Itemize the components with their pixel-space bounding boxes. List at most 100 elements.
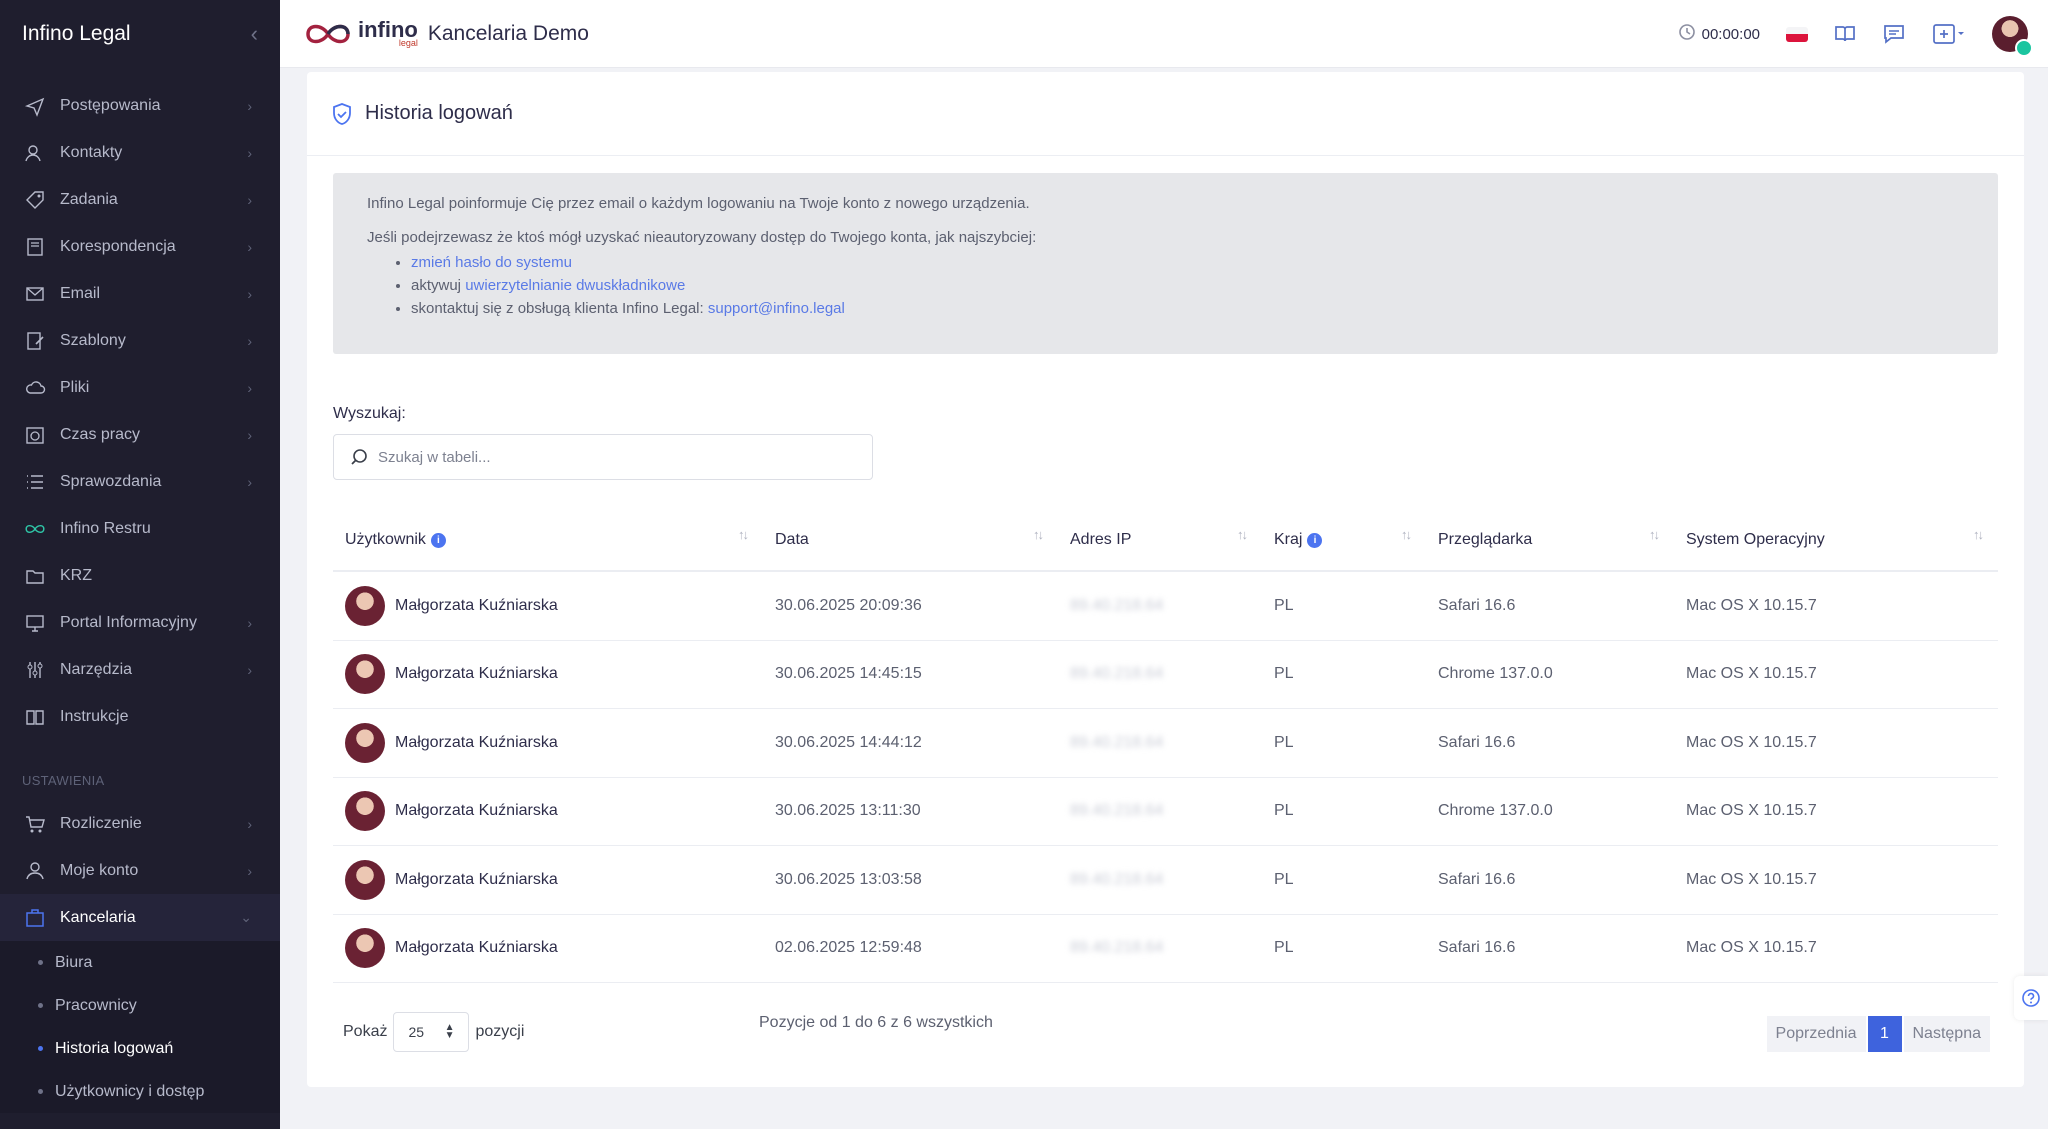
cell-country: PL: [1262, 597, 1426, 615]
sort-icon[interactable]: ↑↓: [1033, 527, 1044, 542]
book-icon[interactable]: [1834, 24, 1856, 44]
info-icon[interactable]: i: [1307, 532, 1323, 548]
sidebar-settings-item[interactable]: Moje konto ›: [0, 847, 280, 894]
sidebar-item[interactable]: Infino Restru: [0, 505, 280, 552]
user-avatar: [345, 654, 385, 695]
sort-icon[interactable]: ↑↓: [1649, 527, 1660, 542]
cell-os: Mac OS X 10.15.7: [1674, 802, 1998, 820]
sidebar-item[interactable]: Postępowania ›: [0, 82, 280, 129]
cell-ip: 89.40.218.64: [1058, 939, 1262, 957]
sidebar-settings-item[interactable]: Rozliczenie ›: [0, 800, 280, 847]
sidebar-item[interactable]: Szablony ›: [0, 317, 280, 364]
two-factor-link[interactable]: uwierzytelnianie dwuskładnikowe: [465, 277, 685, 294]
sidebar-item[interactable]: Pliki ›: [0, 364, 280, 411]
security-notice: Infino Legal poinformuje Cię przez email…: [333, 173, 1998, 354]
sidebar-menu: Postępowania › Kontakty › Zadania › Koresponde…: [0, 82, 280, 740]
os-value: Mac OS X 10.15.7: [1686, 870, 1817, 888]
collapse-sidebar-icon[interactable]: ‹: [251, 21, 258, 47]
book-icon: [22, 236, 48, 258]
show-label: Pokaż: [343, 1023, 388, 1040]
monitor-icon: [22, 612, 48, 634]
table-row[interactable]: Małgorzata Kuźniarska 30.06.2025 13:11:30…: [333, 778, 1998, 846]
sort-icon[interactable]: ↑↓: [738, 527, 749, 542]
sidebar-item-label: Instrukcje: [60, 707, 129, 725]
sidebar-item[interactable]: Narzędzia ›: [0, 646, 280, 693]
sidebar-subitem[interactable]: Historia logowań: [0, 1027, 280, 1070]
ip-value: 89.40.218.64: [1070, 665, 1164, 683]
change-password-link[interactable]: zmień hasło do systemu: [411, 254, 572, 271]
table-row[interactable]: Małgorzata Kuźniarska 30.06.2025 20:09:36…: [333, 572, 1998, 641]
sidebar-item[interactable]: Czas pracy ›: [0, 411, 280, 458]
chat-icon[interactable]: [1882, 23, 1906, 45]
sidebar-item[interactable]: Portal Informacyjny ›: [0, 599, 280, 646]
cell-browser: Safari 16.6: [1426, 871, 1674, 889]
os-value: Mac OS X 10.15.7: [1686, 596, 1817, 614]
page-title: Historia logowań: [365, 102, 513, 124]
sidebar-item-label: Moje konto: [60, 861, 139, 879]
next-page-button[interactable]: Następna: [1903, 1016, 1990, 1052]
folder-icon: [22, 565, 48, 587]
prev-page-button[interactable]: Poprzednia: [1766, 1016, 1866, 1052]
user-name: Małgorzata Kuźniarska: [395, 870, 558, 888]
table-row[interactable]: Małgorzata Kuźniarska 02.06.2025 12:59:48…: [333, 915, 1998, 983]
timer[interactable]: 00:00:00: [1678, 23, 1760, 45]
column-header[interactable]: Data ↑↓: [763, 509, 1058, 571]
country-value: PL: [1274, 733, 1294, 751]
sidebar-submenu: Biura Pracownicy Historia logowań Użytkowni…: [0, 941, 280, 1113]
cart-icon: [22, 813, 48, 835]
select-arrows-icon: ▲ ▼: [444, 1022, 455, 1041]
sidebar-item[interactable]: Instrukcje: [0, 693, 280, 740]
sidebar-item[interactable]: Sprawozdania ›: [0, 458, 280, 505]
sidebar-settings-item[interactable]: Kancelaria ⌄: [0, 894, 280, 941]
search-input[interactable]: [378, 448, 848, 466]
search-label: Wyszukaj:: [333, 405, 406, 422]
table-body: Małgorzata Kuźniarska 30.06.2025 20:09:36…: [333, 572, 1998, 983]
chevron-right-icon: ›: [247, 97, 252, 114]
browser-value: Safari 16.6: [1438, 596, 1516, 614]
column-header[interactable]: Użytkownik i ↑↓: [333, 509, 763, 571]
user-avatar: [345, 585, 385, 626]
language-flag-icon[interactable]: [1786, 26, 1808, 42]
sidebar-item[interactable]: Email ›: [0, 270, 280, 317]
add-menu-icon[interactable]: [1932, 22, 1966, 46]
country-value: PL: [1274, 939, 1294, 957]
cell-ip: 89.40.218.64: [1058, 871, 1262, 889]
sidebar-subitem[interactable]: Biura: [0, 941, 280, 984]
column-header[interactable]: Kraj i ↑↓: [1262, 509, 1426, 571]
sidebar-subitem[interactable]: Pracownicy: [0, 984, 280, 1027]
table-row[interactable]: Małgorzata Kuźniarska 30.06.2025 13:03:58…: [333, 846, 1998, 915]
table-row[interactable]: Małgorzata Kuźniarska 30.06.2025 14:44:12…: [333, 709, 1998, 778]
support-email-link[interactable]: support@infino.legal: [708, 300, 845, 317]
column-header-label: Użytkownik: [345, 531, 426, 548]
page-size-select[interactable]: 25 ▲ ▼: [393, 1012, 470, 1052]
browser-value: Chrome 137.0.0: [1438, 802, 1553, 820]
cell-user: Małgorzata Kuźniarska: [333, 722, 763, 763]
ip-value: 89.40.218.64: [1070, 870, 1164, 888]
date-value: 30.06.2025 14:45:15: [775, 665, 922, 683]
table-row[interactable]: Małgorzata Kuźniarska 30.06.2025 14:45:15…: [333, 641, 1998, 709]
sidebar-item[interactable]: Korespondencja ›: [0, 223, 280, 270]
sort-icon[interactable]: ↑↓: [1401, 527, 1412, 542]
column-header[interactable]: System Operacyjny ↑↓: [1674, 509, 1998, 571]
page-button-1[interactable]: 1: [1867, 1016, 1902, 1052]
sidebar-item[interactable]: Kontakty ›: [0, 129, 280, 176]
user-avatar[interactable]: [1992, 16, 2033, 57]
tag-icon: [22, 189, 48, 211]
sidebar-item[interactable]: KRZ: [0, 552, 280, 599]
notice-list: zmień hasło do systemu aktywuj uwierzyte…: [411, 251, 1964, 320]
sidebar-item[interactable]: Zadania ›: [0, 176, 280, 223]
column-header[interactable]: Adres IP ↑↓: [1058, 509, 1262, 571]
chevron-right-icon: ›: [247, 332, 252, 349]
cell-browser: Safari 16.6: [1426, 597, 1674, 615]
sort-icon[interactable]: ↑↓: [1973, 527, 1984, 542]
info-icon[interactable]: i: [430, 532, 446, 548]
notice-text: skontaktuj się z obsługą klienta Infino …: [411, 300, 708, 317]
page-size-value: 25: [408, 1024, 425, 1040]
search-box: [333, 434, 873, 480]
column-header[interactable]: Przeglądarka ↑↓: [1426, 509, 1674, 571]
help-button[interactable]: [2014, 976, 2048, 1020]
sidebar-subitem[interactable]: Użytkownicy i dostęp: [0, 1070, 280, 1113]
sidebar-subitem-label: Historia logowań: [55, 1039, 174, 1057]
app-logo[interactable]: infino legal: [304, 19, 418, 48]
sort-icon[interactable]: ↑↓: [1237, 527, 1248, 542]
